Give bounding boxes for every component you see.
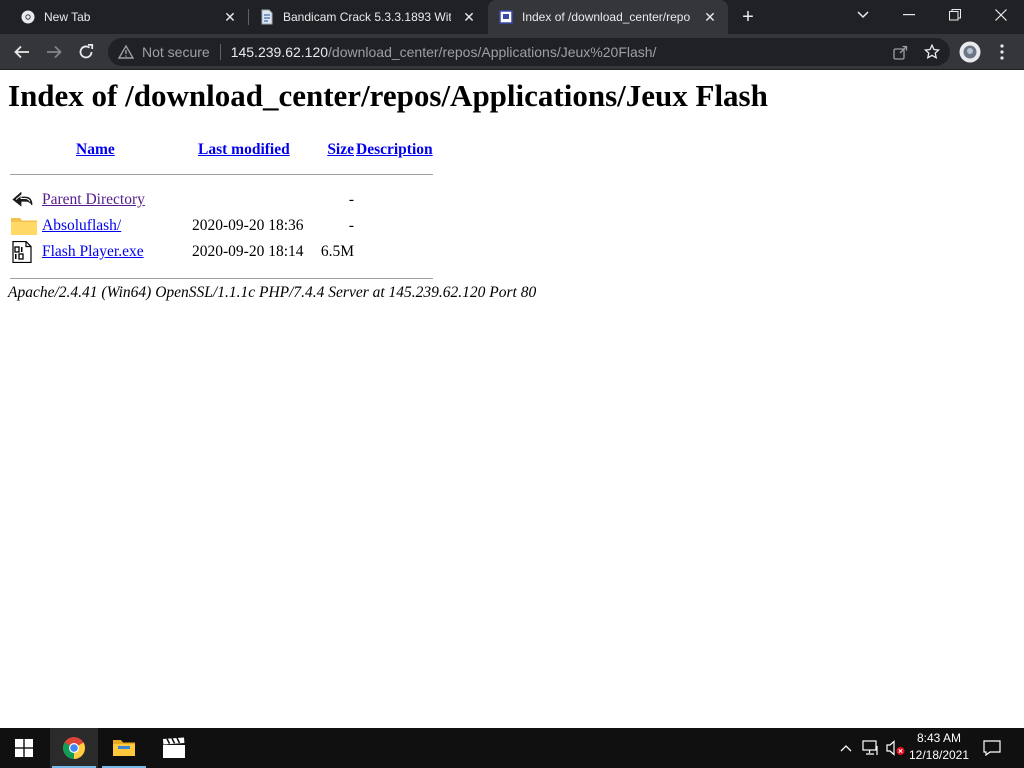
absoluflash-folder-link[interactable]: Absoluflash/ [42,217,121,234]
tab-title: Index of /download_center/repo [522,10,691,24]
taskbar-chrome[interactable] [50,728,98,768]
tab-new-tab[interactable]: New Tab ✕ [0,0,248,34]
start-button[interactable] [0,728,48,768]
network-icon[interactable] [860,728,882,768]
description-cell [356,240,433,264]
taskbar-video-app[interactable] [150,728,198,768]
action-center-button[interactable] [978,728,1006,768]
security-label[interactable]: Not secure [142,44,210,60]
restore-icon[interactable] [932,0,978,30]
close-tab-icon[interactable]: ✕ [461,9,477,25]
server-icon [498,9,514,25]
page-title: Index of /download_center/repos/Applicat… [8,78,768,113]
browser-toolbar: Not secure 145.239.62.120/download_cente… [0,34,1024,70]
back-button[interactable] [8,38,36,66]
address-bar[interactable]: Not secure 145.239.62.120/download_cente… [108,38,950,66]
modified-cell [192,188,318,212]
menu-dots-icon[interactable] [988,38,1016,66]
taskbar-file-explorer[interactable] [100,728,148,768]
modified-cell: 2020-09-20 18:14 [192,243,304,260]
sort-by-size-link[interactable]: Size [327,141,354,158]
table-row: Absoluflash/ 2020-09-20 18:36 - [10,214,433,238]
new-tab-button[interactable]: + [736,5,760,29]
profile-avatar[interactable] [956,38,984,66]
table-row: Flash Player.exe 2020-09-20 18:14 6.5M [10,240,433,264]
minimize-icon[interactable] [886,0,932,30]
divider [10,173,433,175]
sort-by-description-link[interactable]: Description [356,141,433,158]
close-tab-icon[interactable]: ✕ [702,9,718,25]
table-row: Parent Directory - [10,188,433,212]
reload-icon [79,44,94,59]
sort-by-name-link[interactable]: Name [76,141,115,158]
separator-row [10,162,433,186]
system-clock[interactable]: 8:43 AM 12/18/2021 [900,730,978,766]
modified-cell: 2020-09-20 18:36 [192,217,304,234]
tab-title: Bandicam Crack 5.3.3.1893 With [283,10,451,24]
clock-date: 12/18/2021 [908,748,970,762]
description-cell [356,214,433,238]
taskbar: 8:43 AM 12/18/2021 [0,728,1024,768]
arrow-left-icon [14,45,29,59]
windows-logo-icon [15,739,33,757]
url-path: /download_center/repos/Applications/Jeux… [328,44,657,60]
binary-file-icon [12,241,32,263]
close-tab-icon[interactable]: ✕ [222,9,238,25]
url-host: 145.239.62.120 [230,44,329,60]
warning-icon[interactable] [118,44,134,60]
clock-time: 8:43 AM [916,731,962,745]
bookmark-star-icon[interactable] [922,42,942,62]
clapperboard-icon [163,737,185,758]
url-text[interactable]: 145.239.62.120/download_center/repos/App… [231,44,657,60]
forward-button[interactable] [40,38,68,66]
reload-button[interactable] [72,38,100,66]
tab-title: New Tab [44,10,91,24]
size-cell: - [348,191,354,208]
parent-directory-link[interactable]: Parent Directory [42,191,145,208]
description-cell [356,188,433,212]
tab-index-of[interactable]: Index of /download_center/repo ✕ [488,0,728,34]
page-content: Index of /download_center/repos/Applicat… [0,70,1024,728]
server-signature: Apache/2.4.41 (Win64) OpenSSL/1.1.1c PHP… [8,284,537,301]
share-icon[interactable] [890,42,910,62]
omnibox-divider [219,44,221,60]
directory-listing: Name Last modified Size Description Pare… [8,138,435,292]
close-window-icon[interactable] [978,0,1024,30]
tab-bandicam[interactable]: Bandicam Crack 5.3.3.1893 With ✕ [249,0,487,34]
show-hidden-icons[interactable] [836,728,856,768]
back-arrow-icon [12,191,33,207]
notification-icon [983,740,1001,756]
tab-search-icon[interactable] [840,0,886,30]
table-header-row: Name Last modified Size Description [10,140,433,160]
chrome-icon [20,9,36,25]
folder-icon [11,218,37,235]
flash-player-file-link[interactable]: Flash Player.exe [42,243,144,260]
arrow-right-icon [47,45,62,59]
document-icon [259,9,275,25]
size-cell: 6.5M [320,243,354,260]
tab-strip: New Tab ✕ Bandicam Crack 5.3.3.1893 With… [0,0,1024,34]
chrome-icon [63,737,85,759]
chevron-up-icon [840,745,852,752]
divider [10,277,433,279]
omnibox-actions [890,42,942,62]
file-explorer-icon [113,740,135,756]
size-cell: - [348,217,354,234]
sort-by-modified-link[interactable]: Last modified [198,141,290,158]
